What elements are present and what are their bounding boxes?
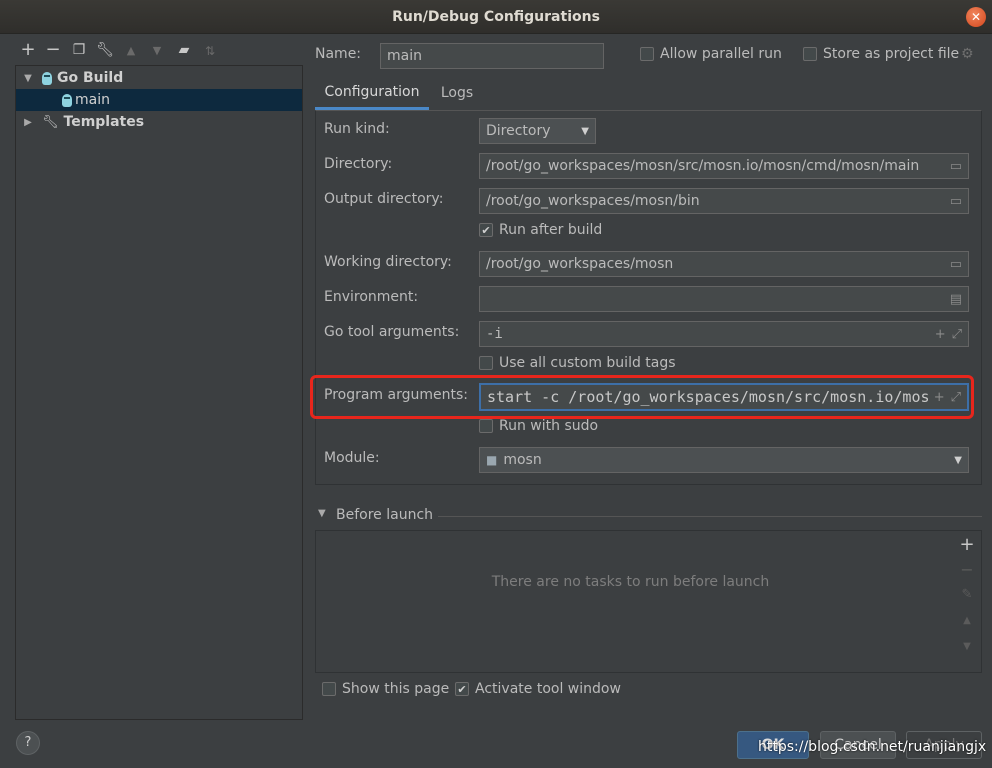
run-kind-label: Run kind: [324,121,390,137]
tree-item-main[interactable]: main [16,89,302,111]
checkbox-box[interactable]: ✔ [455,682,469,696]
name-label: Name: [315,46,362,62]
chevron-down-icon[interactable]: ▼ [318,508,326,519]
checkbox-box[interactable] [640,47,654,61]
working-directory-label: Working directory: [324,254,452,270]
copy-icon[interactable]: ❐ [70,42,88,58]
checkbox-box[interactable] [479,419,493,433]
sort-icon: ⇅ [204,44,216,58]
module-dropdown[interactable]: ■ mosn ▼ [479,447,969,473]
use-custom-build-tags-label: Use all custom build tags [499,355,676,371]
move-down-icon: ▼ [963,641,971,652]
tab-logs[interactable]: Logs [430,76,484,110]
before-launch-empty-text: There are no tasks to run before launch [491,574,770,590]
tab-label: Logs [440,85,474,101]
tree-item-go-build[interactable]: ▼ Go Build [16,67,302,89]
tab-label: Configuration [324,83,420,100]
folder-icon[interactable]: ▭ [950,159,962,174]
go-tool-arguments-value: -i [486,326,503,342]
chevron-right-icon[interactable]: ▶ [22,117,34,128]
folder-icon[interactable]: ▭ [950,194,962,209]
tree-item-label: main [75,92,110,108]
plus-icon[interactable]: + [935,327,946,342]
folder-icon[interactable]: ▰ [175,42,193,58]
program-arguments-input[interactable]: start -c /root/go_workspaces/mosn/src/mo… [479,383,969,411]
move-down-icon: ▼ [152,44,162,57]
name-input[interactable]: main [380,43,604,69]
checkbox-box[interactable] [479,356,493,370]
move-up-icon: ▲ [963,615,971,626]
module-label: Module: [324,450,380,466]
tree-item-label: Templates [63,114,145,130]
directory-label: Directory: [324,156,393,172]
run-with-sudo-label: Run with sudo [499,418,599,434]
store-as-project-file-checkbox[interactable]: Store as project file [803,46,959,62]
plus-icon[interactable]: + [934,390,945,405]
chevron-down-icon: ▼ [581,125,589,137]
go-tool-arguments-label: Go tool arguments: [324,324,460,340]
run-after-build-label: Run after build [499,222,603,238]
directory-input[interactable]: /root/go_workspaces/mosn/src/mosn.io/mos… [479,153,969,179]
tree-item-label: Go Build [57,70,124,86]
working-directory-input[interactable]: /root/go_workspaces/mosn ▭ [479,251,969,277]
store-as-project-file-label: Store as project file [823,46,960,62]
remove-icon: − [960,560,974,579]
window-title: Run/Debug Configurations [392,8,600,25]
add-icon[interactable]: + [19,39,37,60]
watermark: https://blog.csdn.net/ruanjiangjx [758,739,987,755]
working-directory-value: /root/go_workspaces/mosn [486,256,674,272]
environment-input[interactable]: ▤ [479,286,969,312]
program-arguments-label: Program arguments: [324,387,468,403]
go-gopher-icon [62,93,72,107]
go-gopher-icon [42,71,52,85]
run-with-sudo-checkbox[interactable]: Run with sudo [479,418,598,434]
add-icon[interactable]: + [958,534,976,555]
run-kind-dropdown[interactable]: Directory ▼ [479,118,596,144]
module-value: mosn [503,452,542,468]
go-tool-arguments-input[interactable]: -i + ⤢ [479,321,969,347]
wrench-icon: 🔧︎ [42,114,59,130]
move-up-icon: ▲ [126,44,136,57]
allow-parallel-run-label: Allow parallel run [660,46,782,62]
remove-icon[interactable]: − [44,39,62,60]
checkbox-box[interactable]: ✔ [479,223,493,237]
expand-icon[interactable]: ⤢ [951,390,961,405]
separator [438,516,982,517]
configuration-tree[interactable]: ▼ Go Build main ▶ 🔧︎ Templates [15,65,303,720]
expand-icon[interactable]: ⤢ [952,327,962,342]
chevron-down-icon[interactable]: ▼ [22,73,34,84]
tab-configuration[interactable]: Configuration [315,76,429,110]
checkbox-box[interactable] [803,47,817,61]
name-input-value: main [387,48,422,64]
show-this-page-checkbox[interactable]: Show this page [322,681,449,697]
activate-tool-window-checkbox[interactable]: ✔ Activate tool window [455,681,621,697]
program-arguments-value: start -c /root/go_workspaces/mosn/src/mo… [487,388,928,406]
use-custom-build-tags-checkbox[interactable]: Use all custom build tags [479,355,676,371]
run-after-build-checkbox[interactable]: ✔ Run after build [479,222,602,238]
activate-tool-window-label: Activate tool window [475,681,621,697]
tree-item-templates[interactable]: ▶ 🔧︎ Templates [16,111,302,133]
environment-label: Environment: [324,289,419,305]
run-kind-value: Directory [486,123,551,139]
module-folder-icon: ■ [486,453,498,467]
directory-value: /root/go_workspaces/mosn/src/mosn.io/mos… [486,158,920,174]
folder-icon[interactable]: ▭ [950,257,962,272]
output-directory-input[interactable]: /root/go_workspaces/mosn/bin ▭ [479,188,969,214]
gear-icon[interactable]: ⚙ [961,46,974,62]
wrench-icon[interactable]: 🔧︎ [96,42,114,58]
window-titlebar: Run/Debug Configurations [0,0,992,34]
allow-parallel-run-checkbox[interactable]: Allow parallel run [640,46,782,62]
before-launch-title: Before launch [336,507,434,523]
chevron-down-icon[interactable]: ▼ [954,455,962,466]
checkbox-box[interactable] [322,682,336,696]
output-directory-label: Output directory: [324,191,444,207]
show-this-page-label: Show this page [342,681,450,697]
help-button[interactable]: ? [16,731,40,755]
edit-icon: ✎ [961,587,973,602]
close-icon[interactable]: ✕ [966,7,986,27]
document-icon[interactable]: ▤ [950,292,962,307]
before-launch-panel: There are no tasks to run before launch [315,530,982,673]
output-directory-value: /root/go_workspaces/mosn/bin [486,193,700,209]
